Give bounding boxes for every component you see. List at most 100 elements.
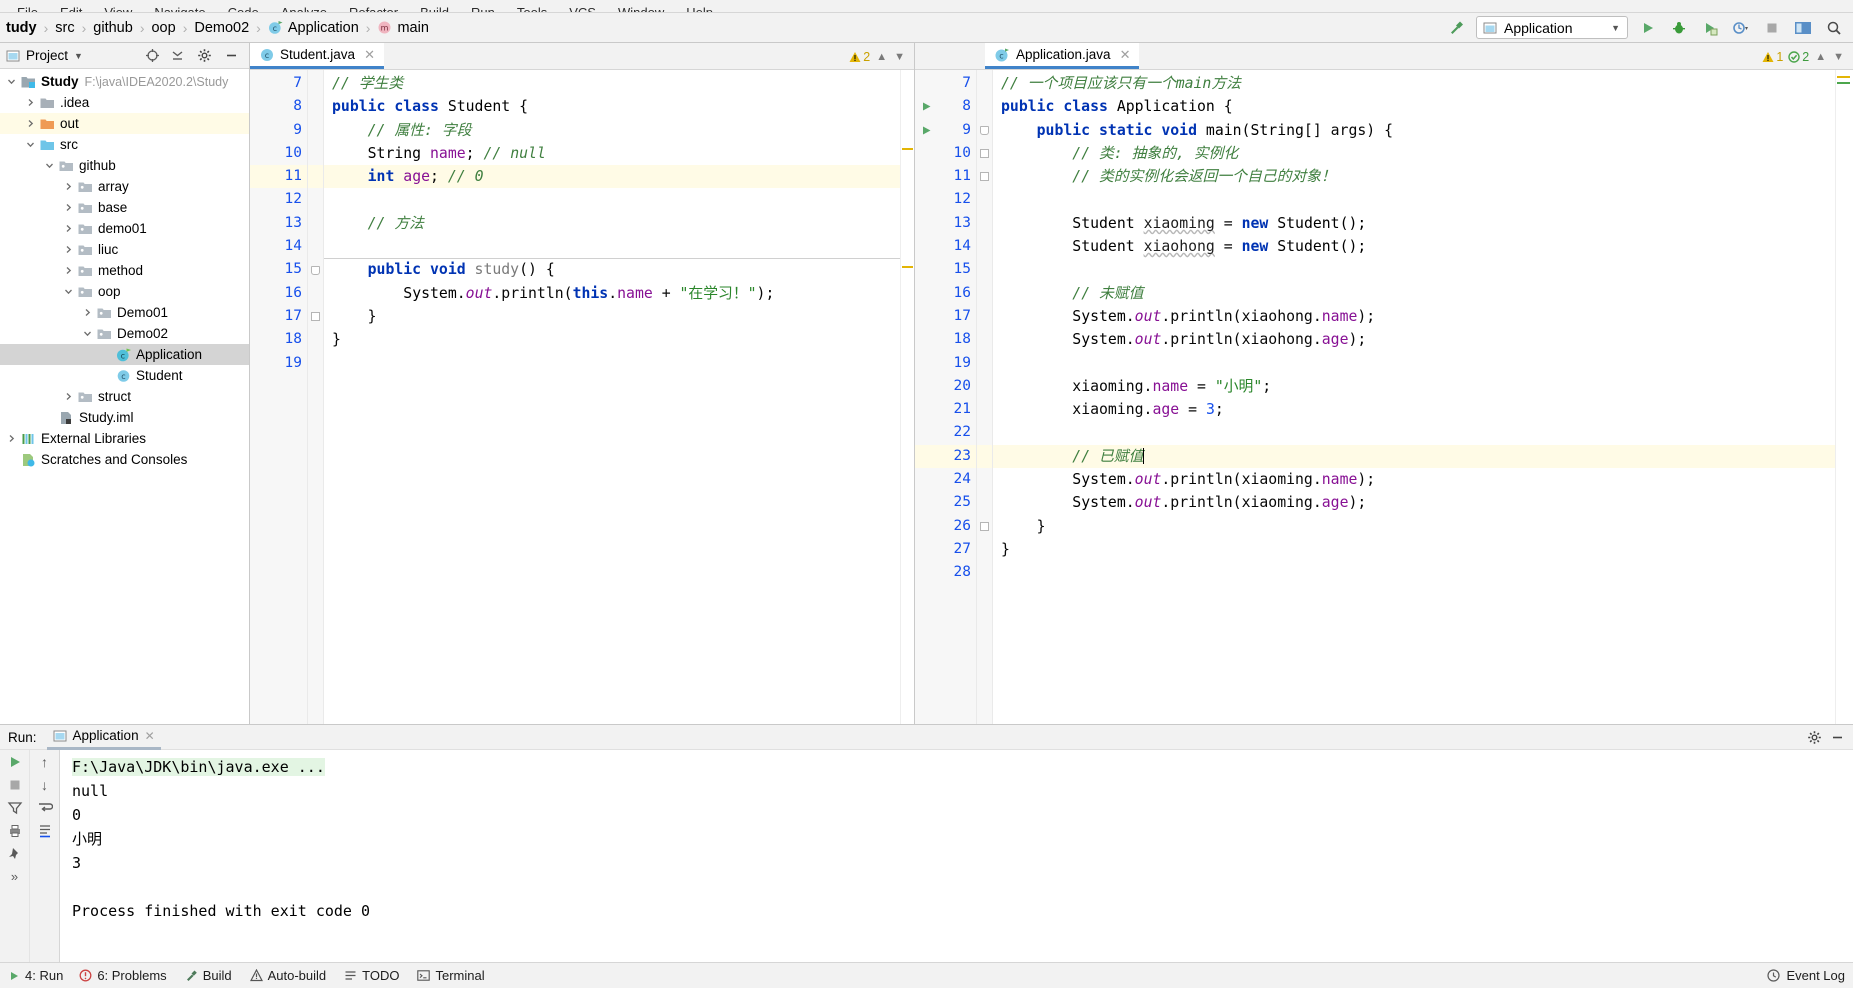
stop-icon[interactable] — [7, 777, 23, 793]
pin-icon[interactable] — [7, 846, 23, 862]
fold-marker-line-9[interactable] — [977, 119, 992, 142]
code-line-18[interactable]: } — [324, 328, 900, 351]
menu-item-edit[interactable]: Edit — [49, 6, 93, 12]
gutter-line-14[interactable]: 14 — [915, 235, 976, 258]
gutter-line-11[interactable]: 11 — [250, 165, 307, 189]
breadcrumb-demo02[interactable]: Demo02 — [194, 20, 249, 36]
code-line-12[interactable] — [993, 188, 1835, 211]
chevron-down-icon[interactable]: ▼ — [74, 51, 83, 61]
warning-indicator[interactable]: 1 — [1762, 50, 1783, 64]
tree-node-method[interactable]: method — [0, 260, 249, 281]
gutter-line-8[interactable]: 8 — [250, 95, 307, 118]
chevron-right-icon[interactable] — [61, 203, 76, 212]
tree-node--idea[interactable]: .idea — [0, 92, 249, 113]
gear-icon[interactable] — [1807, 730, 1822, 745]
gutter-line-22[interactable]: 22 — [915, 421, 976, 444]
status-item-todo[interactable]: TODO — [344, 968, 399, 983]
gutter-line-18[interactable]: 18 — [250, 328, 307, 351]
filter-icon[interactable] — [7, 800, 23, 816]
marker-bar-left[interactable] — [900, 70, 914, 724]
code-line-13[interactable]: Student xiaoming = new Student(); — [993, 212, 1835, 235]
chevron-down-icon[interactable]: ▼ — [1611, 23, 1620, 33]
code-line-21[interactable]: xiaoming.age = 3; — [993, 398, 1835, 421]
code-line-16[interactable]: System.out.println(this.name + "在学习！"); — [324, 282, 900, 305]
scroll-down-icon[interactable]: ↓ — [41, 777, 48, 793]
code-line-22[interactable] — [993, 421, 1835, 444]
tree-node-struct[interactable]: struct — [0, 386, 249, 407]
chevron-up-icon[interactable]: ▲ — [875, 51, 888, 63]
chevron-down-icon[interactable] — [80, 329, 95, 338]
code-line-24[interactable]: System.out.println(xiaoming.name); — [993, 468, 1835, 491]
code-line-14[interactable] — [324, 235, 900, 258]
tree-node-study-iml[interactable]: Study.iml — [0, 407, 249, 428]
tree-node-oop[interactable]: oop — [0, 281, 249, 302]
code-viewport-right[interactable]: 7 8 9 10 11 12 13 14 15 16 17 18 19 20 21 22 23 24 25 26 27 2… — [915, 70, 1853, 724]
code-line-23[interactable]: // 已赋值 — [993, 444, 1835, 469]
breadcrumb-main[interactable]: m main — [377, 20, 429, 36]
console-output[interactable]: F:\Java\JDK\bin\java.exe ... null 0 小明 3 Proc… — [60, 750, 1853, 962]
line-number-gutter-left[interactable]: 7 8 9 10 11 12 13 14 15 16 17 18 19 — [250, 70, 308, 724]
minimize-icon[interactable] — [1830, 730, 1845, 745]
code-line-27[interactable]: } — [993, 538, 1835, 561]
tab-student-java[interactable]: c Student.java ✕ — [250, 43, 384, 69]
project-tree[interactable]: Study F:\java\IDEA2020.2\Study .idea out src… — [0, 69, 249, 724]
profile-icon[interactable] — [1730, 17, 1752, 39]
code-line-26[interactable]: } — [993, 515, 1835, 538]
inspection-widget-right[interactable]: 1 2 ▲ ▼ — [1762, 43, 1853, 70]
gutter-line-13[interactable]: 13 — [250, 212, 307, 235]
code-line-8[interactable]: public class Student { — [324, 95, 900, 118]
scroll-up-icon[interactable]: ↑ — [41, 754, 48, 770]
fold-end-icon[interactable] — [980, 172, 989, 182]
code-line-7[interactable]: // 一个项目应该只有一个main方法 — [993, 72, 1835, 95]
gutter-line-24[interactable]: 24 — [915, 468, 976, 491]
chevron-right-icon[interactable] — [61, 266, 76, 275]
marker-bar-right[interactable] — [1835, 70, 1853, 724]
gutter-line-16[interactable]: 16 — [250, 282, 307, 305]
tree-node-github[interactable]: github — [0, 155, 249, 176]
chevron-right-icon[interactable] — [23, 119, 38, 128]
debug-icon[interactable] — [1668, 17, 1690, 39]
status-run-toggle[interactable]: 4: Run — [8, 968, 63, 983]
weak-warning-indicator[interactable]: 2 — [1788, 50, 1809, 64]
code-line-16[interactable]: // 未赋值 — [993, 282, 1835, 305]
tree-node-liuc[interactable]: liuc — [0, 239, 249, 260]
code-line-10[interactable]: // 类: 抽象的, 实例化 — [993, 142, 1835, 165]
fold-end-icon[interactable] — [311, 312, 320, 322]
code-line-12[interactable] — [324, 188, 900, 211]
gutter-line-7[interactable]: 7 — [915, 72, 976, 95]
fold-gutter-left[interactable] — [308, 70, 324, 724]
status-item-build[interactable]: Build — [185, 968, 232, 983]
chevron-right-icon[interactable] — [61, 224, 76, 233]
chevron-down-icon[interactable]: ▼ — [893, 51, 906, 63]
breadcrumb-github[interactable]: github — [93, 20, 133, 36]
status-item-terminal[interactable]: Terminal — [417, 968, 485, 983]
collapse-all-icon[interactable] — [170, 48, 185, 63]
code-viewport-left[interactable]: 7 8 9 10 11 12 13 14 15 16 17 18 19 // 学生类 public cla… — [250, 70, 914, 724]
marker-weak-warning[interactable] — [1837, 82, 1850, 84]
status-item-6-problems[interactable]: 6: Problems — [79, 968, 167, 983]
menu-item-help[interactable]: Help — [675, 6, 724, 12]
code-text-left[interactable]: // 学生类 public class Student { // 属性: 字段 S… — [324, 70, 900, 724]
gutter-line-11[interactable]: 11 — [915, 165, 976, 188]
run-icon[interactable] — [1637, 17, 1659, 39]
gutter-line-23[interactable]: 23 — [915, 444, 976, 469]
gutter-line-12[interactable]: 12 — [915, 188, 976, 211]
tree-node-demo01[interactable]: Demo01 — [0, 302, 249, 323]
tree-node-application[interactable]: c Application — [0, 344, 249, 365]
code-line-17[interactable]: System.out.println(xiaohong.name); — [993, 305, 1835, 328]
fold-marker-line-17[interactable] — [308, 305, 323, 328]
chevron-down-icon[interactable] — [23, 140, 38, 149]
chevron-right-icon[interactable] — [61, 392, 76, 401]
code-line-9[interactable]: public static void main(String[] args) { — [993, 119, 1835, 142]
code-line-25[interactable]: System.out.println(xiaoming.age); — [993, 491, 1835, 514]
gutter-line-20[interactable]: 20 — [915, 375, 976, 398]
tree-node-out[interactable]: out — [0, 113, 249, 134]
gutter-line-26[interactable]: 26 — [915, 515, 976, 538]
search-icon[interactable] — [1823, 17, 1845, 39]
soft-wrap-icon[interactable] — [37, 800, 53, 816]
more-icon[interactable]: » — [11, 869, 18, 884]
fold-gutter-right[interactable] — [977, 70, 993, 724]
tree-node-scratches-and-consoles[interactable]: Scratches and Consoles — [0, 449, 249, 470]
code-line-17[interactable]: } — [324, 305, 900, 328]
breadcrumb-application[interactable]: c Application — [268, 20, 359, 36]
